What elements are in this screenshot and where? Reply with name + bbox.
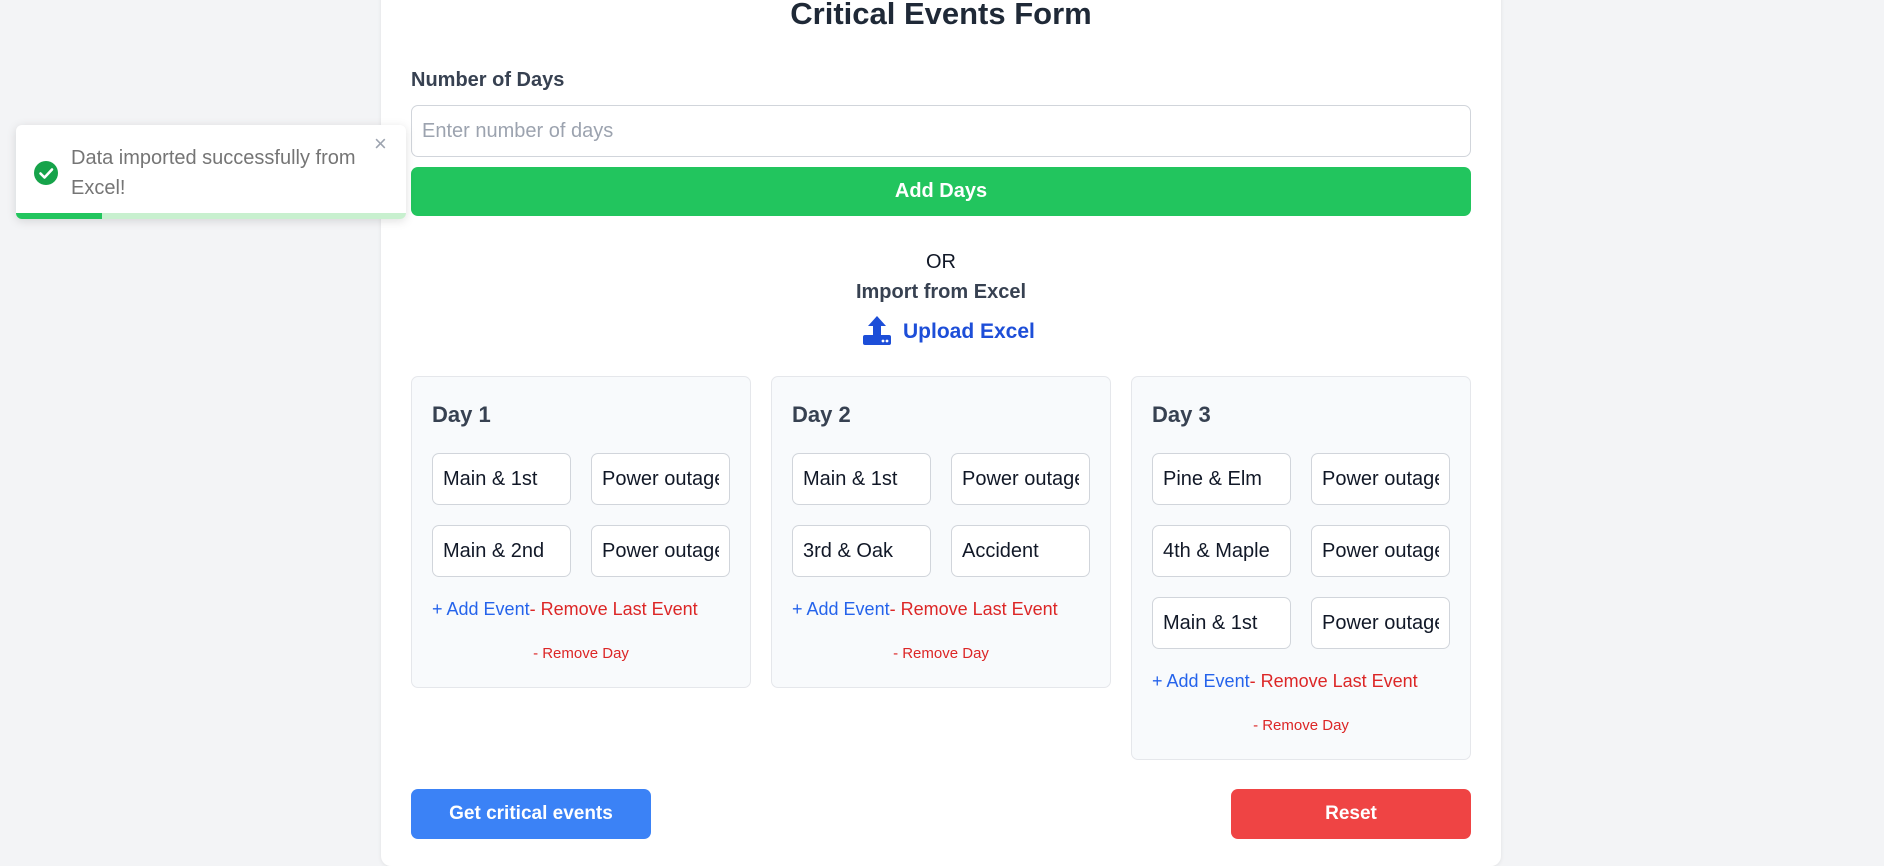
event-location-input[interactable] xyxy=(792,525,931,577)
event-location-input[interactable] xyxy=(792,453,931,505)
remove-day-link[interactable]: - Remove Day xyxy=(1132,717,1470,734)
add-event-link[interactable]: + Add Event xyxy=(432,599,530,619)
upload-excel-label: Upload Excel xyxy=(903,320,1035,343)
remove-last-event-link[interactable]: - Remove Last Event xyxy=(530,599,698,619)
days-input[interactable] xyxy=(411,105,1471,157)
remove-day-link[interactable]: - Remove Day xyxy=(772,645,1110,662)
upload-excel-button[interactable]: Upload Excel xyxy=(861,314,1035,351)
event-location-input[interactable] xyxy=(432,453,571,505)
event-location-input[interactable] xyxy=(1152,597,1291,649)
get-critical-events-button[interactable]: Get critical events xyxy=(411,789,651,839)
event-actions: + Add Event- Remove Last Event xyxy=(792,599,1058,620)
or-divider-text: OR xyxy=(926,251,956,273)
event-location-input[interactable] xyxy=(1152,525,1291,577)
toast-message: Data imported successfully from Excel! xyxy=(71,147,356,199)
day-title: Day 2 xyxy=(792,402,851,427)
success-toast: Data imported successfully from Excel! × xyxy=(16,125,406,219)
day-card-2: Day 2 + Add Event- Remove Last Event - R… xyxy=(771,376,1111,688)
day-title: Day 3 xyxy=(1152,402,1211,427)
event-description-input[interactable] xyxy=(951,453,1090,505)
event-description-input[interactable] xyxy=(591,525,730,577)
event-description-input[interactable] xyxy=(1311,597,1450,649)
event-description-input[interactable] xyxy=(1311,525,1450,577)
close-icon[interactable]: × xyxy=(374,131,387,157)
toast-progress-bar xyxy=(16,213,406,219)
event-location-input[interactable] xyxy=(1152,453,1291,505)
check-circle-icon xyxy=(33,160,59,186)
day-card-3: Day 3 + Add Event- Remove Last Event - R… xyxy=(1131,376,1471,760)
import-label: Import from Excel xyxy=(855,281,1027,303)
day-title: Day 1 xyxy=(432,402,491,427)
add-event-link[interactable]: + Add Event xyxy=(792,599,890,619)
add-days-button[interactable]: Add Days xyxy=(411,167,1471,216)
event-description-input[interactable] xyxy=(591,453,730,505)
upload-icon xyxy=(861,314,893,351)
days-label: Number of Days xyxy=(411,69,565,91)
event-location-input[interactable] xyxy=(432,525,571,577)
toast-progress-fill xyxy=(16,213,102,219)
event-actions: + Add Event- Remove Last Event xyxy=(1152,671,1418,692)
event-actions: + Add Event- Remove Last Event xyxy=(432,599,698,620)
page-title: Critical Events Form xyxy=(790,0,1092,31)
remove-day-link[interactable]: - Remove Day xyxy=(412,645,750,662)
remove-last-event-link[interactable]: - Remove Last Event xyxy=(1250,671,1418,691)
day-card-1: Day 1 + Add Event- Remove Last Event - R… xyxy=(411,376,751,688)
event-description-input[interactable] xyxy=(1311,453,1450,505)
event-description-input[interactable] xyxy=(951,525,1090,577)
remove-last-event-link[interactable]: - Remove Last Event xyxy=(890,599,1058,619)
reset-button[interactable]: Reset xyxy=(1231,789,1471,839)
add-event-link[interactable]: + Add Event xyxy=(1152,671,1250,691)
